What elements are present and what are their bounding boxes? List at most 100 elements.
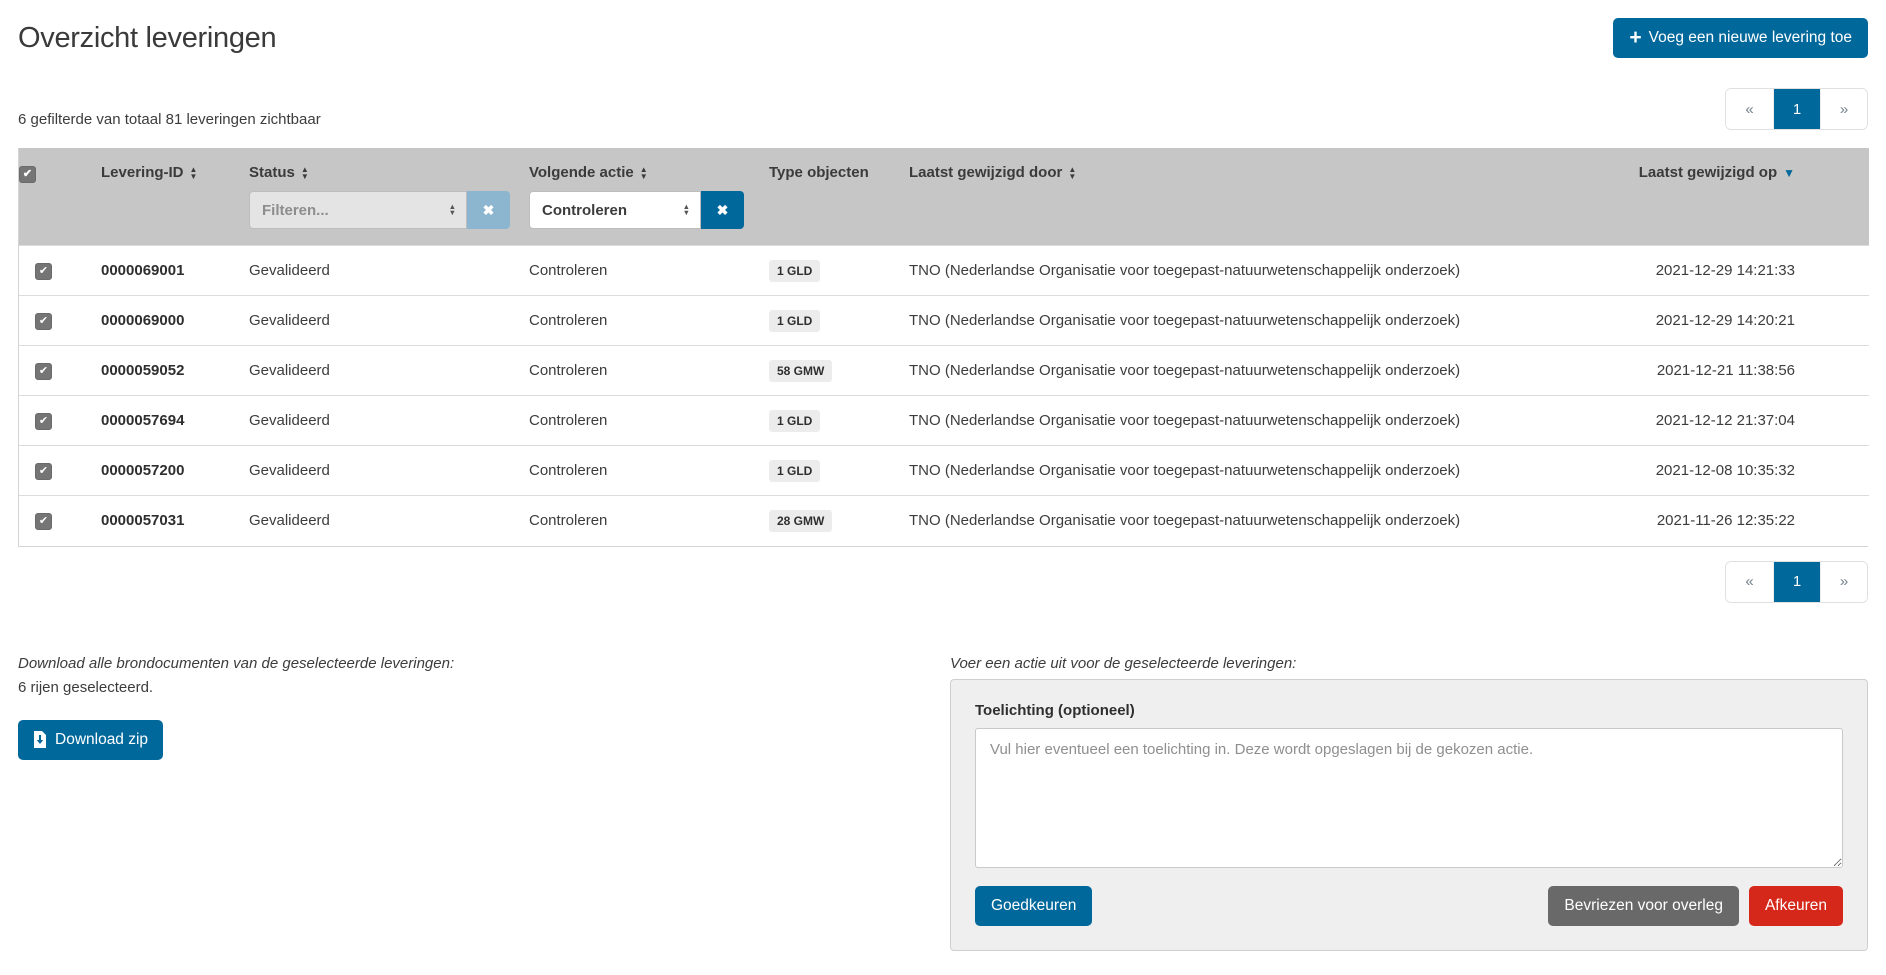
cell-laatst-gewijzigd-door: TNO (Nederlandse Organisatie voor toegep…: [909, 396, 1609, 446]
cell-levering-id: 0000069000: [101, 296, 249, 346]
summary-row: 6 gefilterde van totaal 81 leveringen zi…: [18, 88, 1868, 130]
pagination-next-button[interactable]: »: [1820, 562, 1867, 602]
status-filter-clear-button[interactable]: ✖: [467, 191, 510, 229]
pagination-prev-button[interactable]: «: [1726, 89, 1773, 129]
select-arrows-icon: ▲▼: [449, 204, 456, 217]
status-filter-select[interactable]: Filteren... ▲▼: [249, 191, 467, 229]
row-checkbox[interactable]: ✔: [35, 513, 52, 530]
cell-status: Gevalideerd: [249, 446, 529, 496]
leveringen-table: ✔ Levering-ID ▲▼ Status ▲▼ Volgende acti…: [19, 148, 1869, 546]
download-zip-button[interactable]: Download zip: [18, 720, 163, 760]
type-objecten-badge: 1 GLD: [769, 310, 820, 332]
check-icon: ✔: [39, 266, 48, 277]
sort-updown-icon: ▲▼: [640, 166, 648, 180]
volgende-actie-filter-select[interactable]: Controleren ▲▼: [529, 191, 701, 229]
cell-laatst-gewijzigd-door: TNO (Nederlandse Organisatie voor toegep…: [909, 346, 1609, 396]
cell-levering-id: 0000059052: [101, 346, 249, 396]
table-body: ✔ 0000069001 Gevalideerd Controleren 1 G…: [19, 246, 1869, 546]
header-type-objecten: Type objecten: [769, 164, 869, 181]
type-objecten-badge: 58 GMW: [769, 360, 832, 382]
sort-laatst-gewijzigd-op[interactable]: Laatst gewijzigd op ▼: [1639, 164, 1795, 181]
clear-icon: ✖: [717, 202, 729, 219]
type-objecten-badge: 1 GLD: [769, 260, 820, 282]
check-icon: ✔: [39, 366, 48, 377]
cell-laatst-gewijzigd-op: 2021-12-21 11:38:56: [1609, 346, 1869, 396]
pagination-bottom: « 1 »: [1725, 561, 1868, 603]
volgende-actie-filter-clear-button[interactable]: ✖: [701, 191, 744, 229]
afkeuren-button[interactable]: Afkeuren: [1749, 886, 1843, 926]
top-bar: Overzicht leveringen + Voeg een nieuwe l…: [18, 16, 1868, 58]
row-checkbox[interactable]: ✔: [35, 463, 52, 480]
leveringen-table-wrap: ✔ Levering-ID ▲▼ Status ▲▼ Volgende acti…: [18, 148, 1868, 547]
action-buttons-row: Goedkeuren Bevriezen voor overleg Afkeur…: [975, 886, 1843, 926]
toelichting-textarea[interactable]: [975, 728, 1843, 868]
cell-levering-id: 0000057031: [101, 496, 249, 546]
pagination-prev-button[interactable]: «: [1726, 562, 1773, 602]
row-checkbox[interactable]: ✔: [35, 313, 52, 330]
cell-laatst-gewijzigd-door: TNO (Nederlandse Organisatie voor toegep…: [909, 496, 1609, 546]
pagination-next-button[interactable]: »: [1820, 89, 1867, 129]
check-icon: ✔: [39, 516, 48, 527]
check-icon: ✔: [39, 416, 48, 427]
row-checkbox[interactable]: ✔: [35, 263, 52, 280]
type-objecten-badge: 1 GLD: [769, 460, 820, 482]
cell-status: Gevalideerd: [249, 496, 529, 546]
type-objecten-badge: 1 GLD: [769, 410, 820, 432]
file-download-icon: [33, 731, 47, 748]
cell-laatst-gewijzigd-door: TNO (Nederlandse Organisatie voor toegep…: [909, 246, 1609, 296]
cell-levering-id: 0000057200: [101, 446, 249, 496]
cell-laatst-gewijzigd-op: 2021-12-08 10:35:32: [1609, 446, 1869, 496]
volgende-actie-filter-group: Controleren ▲▼ ✖: [529, 191, 744, 229]
check-icon: ✔: [23, 169, 32, 180]
row-checkbox[interactable]: ✔: [35, 363, 52, 380]
cell-laatst-gewijzigd-door: TNO (Nederlandse Organisatie voor toegep…: [909, 446, 1609, 496]
sort-levering-id[interactable]: Levering-ID ▲▼: [101, 164, 197, 181]
cell-status: Gevalideerd: [249, 346, 529, 396]
table-row: ✔ 0000069000 Gevalideerd Controleren 1 G…: [19, 296, 1869, 346]
type-objecten-badge: 28 GMW: [769, 510, 832, 532]
add-levering-button[interactable]: + Voeg een nieuwe levering toe: [1613, 18, 1868, 58]
cell-status: Gevalideerd: [249, 296, 529, 346]
pagination-top: « 1 »: [1725, 88, 1868, 130]
cell-laatst-gewijzigd-op: 2021-12-29 14:21:33: [1609, 246, 1869, 296]
pagination-bottom-row: « 1 »: [18, 561, 1868, 603]
cell-laatst-gewijzigd-door: TNO (Nederlandse Organisatie voor toegep…: [909, 296, 1609, 346]
check-icon: ✔: [39, 316, 48, 327]
sort-updown-icon: ▲▼: [301, 166, 309, 180]
table-row: ✔ 0000059052 Gevalideerd Controleren 58 …: [19, 346, 1869, 396]
download-instruction: Download alle brondocumenten van de gese…: [18, 655, 950, 672]
sort-laatst-gewijzigd-door[interactable]: Laatst gewijzigd door ▲▼: [909, 164, 1076, 181]
table-row: ✔ 0000057031 Gevalideerd Controleren 28 …: [19, 496, 1869, 546]
selected-count: 6 rijen geselecteerd.: [18, 679, 950, 696]
action-panel: Toelichting (optioneel) Goedkeuren Bevri…: [950, 679, 1868, 951]
table-row: ✔ 0000057694 Gevalideerd Controleren 1 G…: [19, 396, 1869, 446]
cell-laatst-gewijzigd-op: 2021-11-26 12:35:22: [1609, 496, 1869, 546]
cell-levering-id: 0000069001: [101, 246, 249, 296]
action-section: Voer een actie uit voor de geselecteerde…: [950, 655, 1868, 951]
pagination-page-1[interactable]: 1: [1773, 89, 1820, 129]
sort-volgende-actie[interactable]: Volgende actie ▲▼: [529, 164, 648, 181]
clear-icon: ✖: [483, 202, 495, 219]
goedkeuren-button[interactable]: Goedkeuren: [975, 886, 1092, 926]
action-instruction: Voer een actie uit voor de geselecteerde…: [950, 655, 1868, 672]
download-section: Download alle brondocumenten van de gese…: [18, 655, 950, 951]
sort-updown-icon: ▲▼: [1068, 166, 1076, 180]
cell-status: Gevalideerd: [249, 396, 529, 446]
toelichting-label: Toelichting (optioneel): [975, 702, 1843, 719]
sort-updown-icon: ▲▼: [190, 166, 198, 180]
cell-volgende-actie: Controleren: [529, 246, 769, 296]
bevriezen-button[interactable]: Bevriezen voor overleg: [1548, 886, 1739, 926]
row-checkbox[interactable]: ✔: [35, 413, 52, 430]
table-row: ✔ 0000057200 Gevalideerd Controleren 1 G…: [19, 446, 1869, 496]
cell-volgende-actie: Controleren: [529, 346, 769, 396]
cell-laatst-gewijzigd-op: 2021-12-12 21:37:04: [1609, 396, 1869, 446]
cell-status: Gevalideerd: [249, 246, 529, 296]
pagination-page-1[interactable]: 1: [1773, 562, 1820, 602]
cell-volgende-actie: Controleren: [529, 296, 769, 346]
sort-status[interactable]: Status ▲▼: [249, 164, 309, 181]
cell-volgende-actie: Controleren: [529, 496, 769, 546]
filter-summary: 6 gefilterde van totaal 81 leveringen zi…: [18, 111, 321, 130]
add-levering-label: Voeg een nieuwe levering toe: [1649, 29, 1852, 47]
select-arrows-icon: ▲▼: [683, 204, 690, 217]
select-all-checkbox[interactable]: ✔: [19, 166, 36, 183]
